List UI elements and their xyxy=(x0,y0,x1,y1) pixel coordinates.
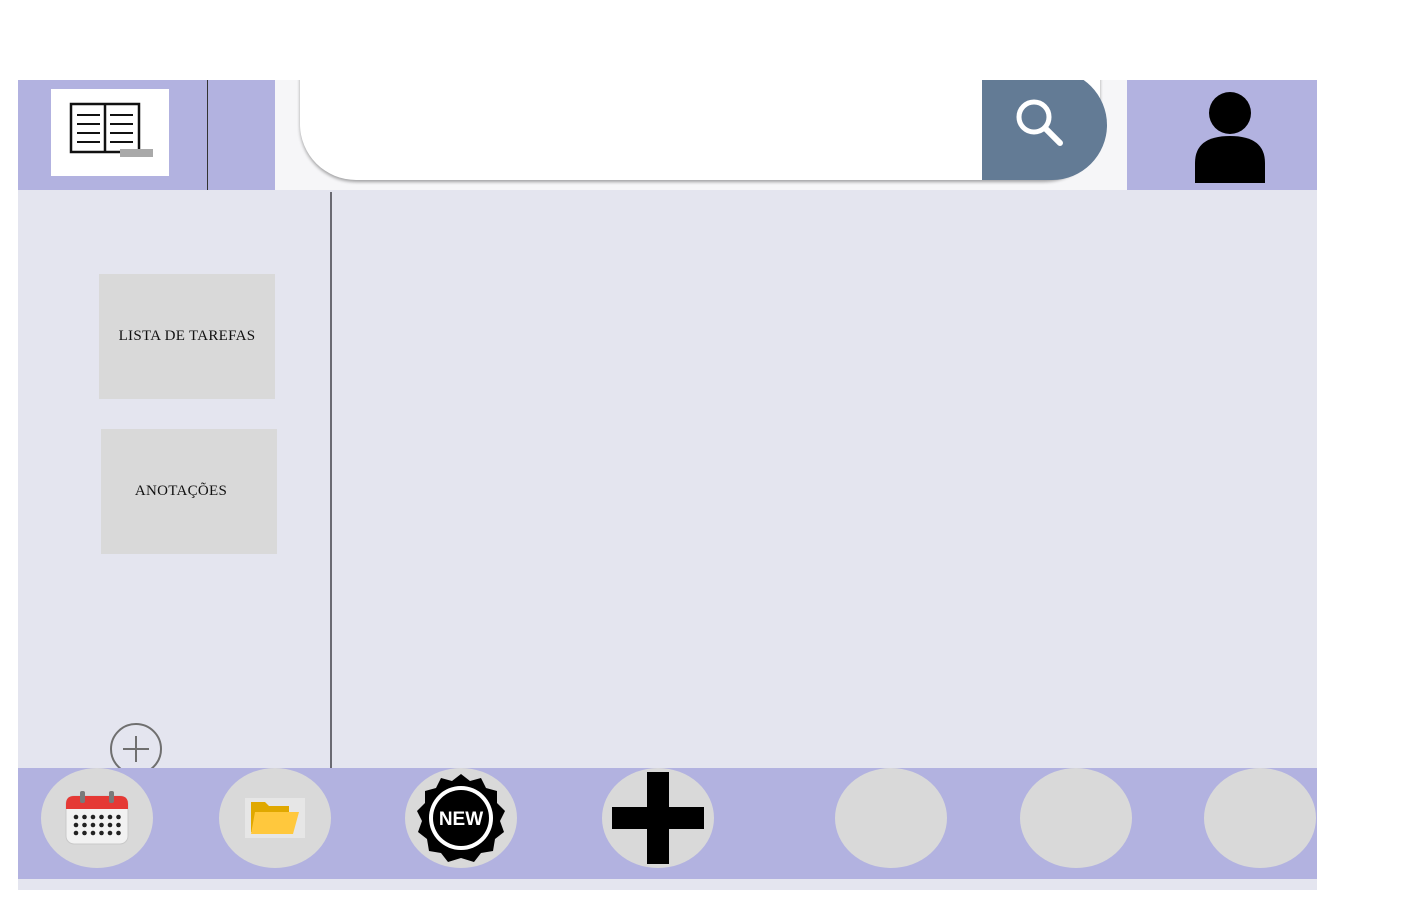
search-input[interactable] xyxy=(300,80,1100,180)
plus-icon xyxy=(612,772,704,864)
app-window: LISTA DE TAREFAS ANOTAÇÕES NEW xyxy=(18,80,1317,890)
logo[interactable] xyxy=(51,89,169,176)
dock-empty-slot[interactable] xyxy=(1204,768,1316,868)
search-icon xyxy=(1016,99,1063,146)
sidebar-item-notes[interactable]: ANOTAÇÕES xyxy=(101,429,277,554)
bottom-dock: NEW xyxy=(18,768,1317,879)
new-badge-icon: NEW xyxy=(417,774,505,862)
sidebar-item-label: ANOTAÇÕES xyxy=(134,483,228,499)
sidebar: LISTA DE TAREFAS ANOTAÇÕES xyxy=(18,190,331,775)
dock-folder-button[interactable] xyxy=(219,768,331,868)
user-icon xyxy=(1195,92,1265,183)
top-bar xyxy=(18,80,1317,190)
sidebar-item-label: LISTA DE TAREFAS xyxy=(118,328,256,344)
sidebar-divider xyxy=(330,192,332,768)
search-bar xyxy=(275,80,1127,190)
dock-new-button[interactable]: NEW xyxy=(405,768,517,868)
profile-button[interactable] xyxy=(1193,88,1267,183)
dock-calendar-button[interactable] xyxy=(41,768,153,868)
dock-empty-slot[interactable] xyxy=(1020,768,1132,868)
new-badge-label: NEW xyxy=(439,809,483,830)
dock-add-button[interactable] xyxy=(602,768,714,868)
calendar-icon xyxy=(65,791,129,845)
search-button[interactable] xyxy=(982,80,1107,180)
open-book-icon xyxy=(69,102,153,157)
folder-icon xyxy=(245,798,305,838)
dock-empty-slot[interactable] xyxy=(835,768,947,868)
header-divider xyxy=(207,80,208,190)
sidebar-item-tasks[interactable]: LISTA DE TAREFAS xyxy=(99,274,275,399)
